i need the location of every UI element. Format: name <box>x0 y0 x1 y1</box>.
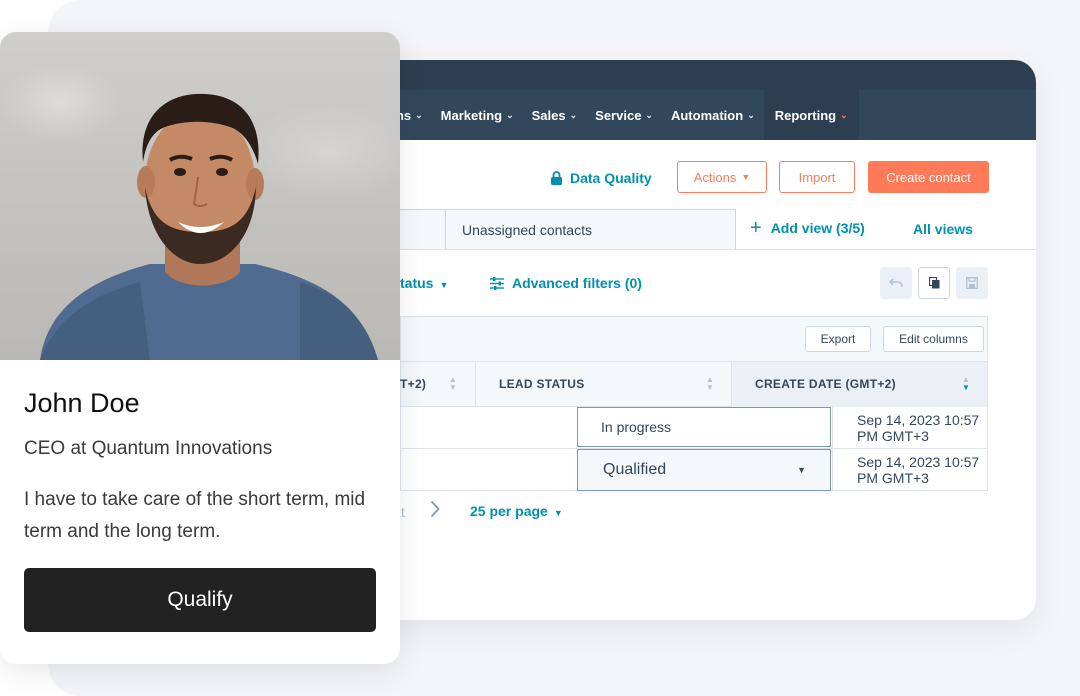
sort-icon[interactable]: ▲ ▼ <box>706 376 714 392</box>
nav-item-reporting[interactable]: Reporting ⌄ <box>763 90 859 140</box>
edit-columns-button[interactable]: Edit columns <box>883 326 984 352</box>
chevron-down-icon: ⌄ <box>645 109 653 120</box>
column-divider <box>832 407 833 448</box>
add-view-button[interactable]: + Add view (3/5) <box>750 217 865 239</box>
profile-card: John Doe CEO at Quantum Innovations I ha… <box>0 32 400 664</box>
chevron-right-icon[interactable] <box>430 500 440 523</box>
caret-down-icon: ▼ <box>439 280 449 290</box>
lead-status-select[interactable]: Qualified ▼ <box>577 449 831 491</box>
portrait-illustration <box>40 93 378 360</box>
column-header-lead-status[interactable]: LEAD STATUS <box>499 361 585 407</box>
nav-item-sales[interactable]: Sales ⌄ <box>523 90 587 140</box>
sliders-icon <box>490 276 504 290</box>
create-date-cell: Sep 14, 2023 10:57 PM GMT+3 <box>857 411 980 444</box>
crm-window: ons⌄ Marketing⌄ Sales⌄ Service⌄ Automati… <box>300 60 1036 620</box>
all-views-link[interactable]: All views <box>913 221 973 237</box>
create-date-cell: Sep 14, 2023 10:57 PM GMT+3 <box>857 453 980 486</box>
column-divider <box>832 449 833 490</box>
chevron-down-icon: ⌄ <box>747 109 755 120</box>
column-header-partial[interactable]: T+2) <box>400 361 426 407</box>
per-page-select[interactable]: 25 per page ▼ <box>470 503 563 519</box>
profile-role: CEO at Quantum Innovations <box>24 438 273 459</box>
chevron-down-icon: ⌄ <box>506 109 514 120</box>
chevron-down-icon: ⌄ <box>840 109 848 120</box>
advanced-filters-button[interactable]: Advanced filters (0) <box>490 275 642 291</box>
nav-item-automation[interactable]: Automation ⌄ <box>662 90 764 140</box>
tab-unassigned-contacts[interactable]: Unassigned contacts <box>445 209 736 249</box>
tab-partial[interactable] <box>400 209 446 249</box>
copy-icon <box>928 277 939 289</box>
lead-status-filter[interactable]: tatus ▼ <box>400 275 448 291</box>
profile-name: John Doe <box>24 388 140 418</box>
plus-icon: + <box>750 217 762 239</box>
undo-button[interactable] <box>880 267 912 299</box>
caret-down-icon: ▼ <box>797 465 806 475</box>
profile-quote: I have to take care of the short term, m… <box>24 489 366 542</box>
import-button[interactable]: Import <box>779 161 855 193</box>
main-nav: ons⌄ Marketing⌄ Sales⌄ Service⌄ Automati… <box>300 90 1036 140</box>
lead-status-cell-editing[interactable]: In progress <box>577 407 831 447</box>
caret-down-icon: ▼ <box>553 508 563 518</box>
caret-down-icon: ▼ <box>741 172 751 182</box>
tabs-divider <box>300 249 1036 250</box>
top-bar <box>300 60 1036 90</box>
chevron-down-icon: ⌄ <box>569 109 578 120</box>
qualify-button[interactable]: Qualify <box>24 568 376 632</box>
data-quality-label: Data Quality <box>570 170 652 186</box>
save-icon <box>966 277 978 289</box>
sort-icon[interactable]: ▲ ▼ <box>449 376 457 392</box>
nav-item-marketing[interactable]: Marketing ⌄ <box>432 90 523 140</box>
export-button[interactable]: Export <box>805 326 871 352</box>
column-divider <box>731 361 732 407</box>
column-divider <box>475 361 476 407</box>
nav-item-service[interactable]: Service ⌄ <box>586 90 662 140</box>
profile-photo <box>0 32 400 360</box>
column-header-create-date-label: CREATE DATE (GMT+2) <box>755 377 896 391</box>
undo-icon <box>889 278 903 287</box>
lock-icon <box>551 171 562 185</box>
chevron-down-icon: ⌄ <box>415 109 423 120</box>
data-quality-link[interactable]: Data Quality <box>550 170 652 186</box>
actions-button[interactable]: Actions ▼ <box>677 161 767 193</box>
table-row: Qualified ▼ Sep 14, 2023 10:57 PM GMT+3 <box>400 449 988 491</box>
table-row: In progress Sep 14, 2023 10:57 PM GMT+3 <box>400 407 988 449</box>
create-contact-button[interactable]: Create contact <box>868 161 989 193</box>
sort-icon[interactable]: ▲ ▼ <box>962 376 970 392</box>
clone-button[interactable] <box>918 267 950 299</box>
save-button[interactable] <box>956 267 988 299</box>
